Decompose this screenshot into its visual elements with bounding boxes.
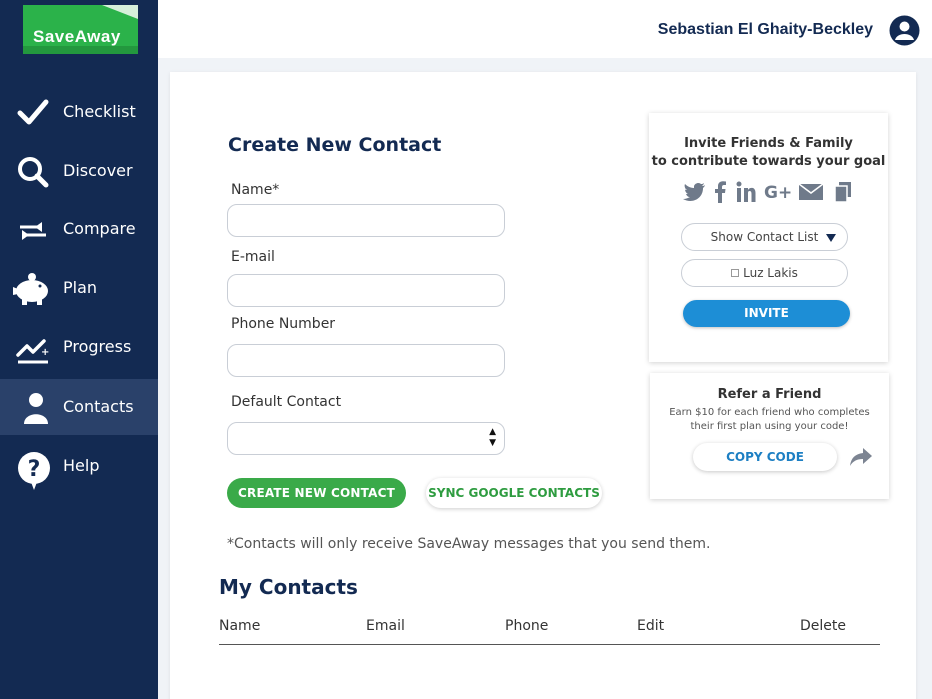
help-icon: ?: [18, 452, 50, 490]
contact-checkbox[interactable]: [731, 268, 740, 277]
invite-button[interactable]: INVITE: [683, 300, 850, 327]
svg-text:G+: G+: [764, 183, 792, 203]
svg-text:?: ?: [28, 457, 41, 482]
progress-chart-icon: +: [16, 339, 49, 364]
sidebar-item-progress[interactable]: + Progress: [0, 319, 158, 375]
default-contact-label: Default Contact: [231, 394, 342, 410]
copy-code-button[interactable]: COPY CODE: [693, 443, 837, 471]
user-name[interactable]: Sebastian El Ghaity-Beckley: [658, 21, 873, 39]
name-input[interactable]: [227, 204, 505, 237]
compare-arrows-icon: [20, 222, 46, 240]
person-icon: [24, 393, 48, 424]
sidebar-item-label: Progress: [63, 337, 132, 356]
create-contact-button[interactable]: CREATE NEW CONTACT: [227, 478, 406, 508]
top-header: Sebastian El Ghaity-Beckley: [158, 0, 932, 58]
search-icon: [18, 157, 49, 188]
column-header-name: Name: [219, 618, 261, 634]
my-contacts-title: My Contacts: [219, 575, 358, 599]
email-input[interactable]: [227, 274, 505, 307]
show-contact-list-dropdown[interactable]: Show Contact List: [681, 223, 848, 251]
sidebar-item-plan[interactable]: Plan: [0, 260, 158, 316]
twitter-icon[interactable]: [682, 181, 706, 203]
sidebar-item-help[interactable]: ? Help: [0, 438, 158, 494]
selected-contact-name: Luz Lakis: [743, 266, 798, 280]
column-header-phone: Phone: [505, 618, 549, 634]
email-icon[interactable]: [798, 181, 824, 203]
sidebar-item-label: Discover: [63, 161, 133, 180]
logo-text: SaveAway: [33, 27, 121, 46]
name-label: Name*: [231, 182, 280, 198]
refer-title: Refer a Friend: [717, 387, 822, 402]
svg-text:+: +: [41, 347, 49, 358]
linkedin-icon[interactable]: [736, 181, 756, 203]
checkmark-icon: [17, 99, 49, 125]
phone-label: Phone Number: [231, 316, 336, 332]
sidebar-item-discover[interactable]: Discover: [0, 143, 158, 199]
contacts-note: *Contacts will only receive SaveAway mes…: [227, 536, 711, 552]
sync-google-contacts-button[interactable]: SYNC GOOGLE CONTACTS: [426, 478, 602, 508]
table-divider: [219, 644, 880, 645]
invite-heading-line1: Invite Friends & Family: [684, 136, 853, 151]
selected-contact-chip[interactable]: Luz Lakis: [681, 259, 848, 287]
sidebar-item-checklist[interactable]: Checklist: [0, 84, 158, 140]
piggy-bank-icon: [13, 273, 48, 305]
sidebar-item-label: Contacts: [63, 397, 134, 416]
column-header-edit: Edit: [637, 618, 665, 634]
caret-down-icon: [826, 234, 836, 242]
default-contact-select[interactable]: ▲ ▼: [227, 422, 505, 455]
sidebar: SaveAway Checklist Discover Compare Plan…: [0, 0, 158, 699]
google-plus-icon[interactable]: G+: [764, 181, 792, 203]
sidebar-item-label: Checklist: [63, 102, 136, 121]
share-forward-icon[interactable]: [849, 446, 873, 468]
refer-description: Earn $10 for each friend who completes t…: [669, 407, 870, 432]
user-circle-icon[interactable]: [889, 15, 920, 46]
sidebar-item-label: Compare: [63, 219, 136, 238]
refer-friend-panel: Refer a Friend Earn $10 for each friend …: [650, 373, 889, 499]
phone-input[interactable]: [227, 344, 505, 377]
sidebar-item-contacts[interactable]: Contacts: [0, 379, 158, 435]
email-label: E-mail: [231, 249, 275, 265]
sidebar-item-label: Help: [63, 456, 100, 475]
stepper-arrows-icon[interactable]: ▲ ▼: [489, 427, 496, 449]
facebook-icon[interactable]: [714, 181, 726, 203]
column-header-delete: Delete: [800, 618, 846, 634]
sidebar-item-label: Plan: [63, 278, 98, 297]
copy-icon[interactable]: [834, 181, 852, 203]
sidebar-item-compare[interactable]: Compare: [0, 201, 158, 257]
column-header-email: Email: [366, 618, 405, 634]
form-title: Create New Contact: [228, 134, 442, 156]
invite-heading-line2: to contribute towards your goal: [651, 154, 886, 169]
dropdown-label: Show Contact List: [710, 230, 819, 244]
saveaway-logo[interactable]: SaveAway: [23, 5, 138, 54]
